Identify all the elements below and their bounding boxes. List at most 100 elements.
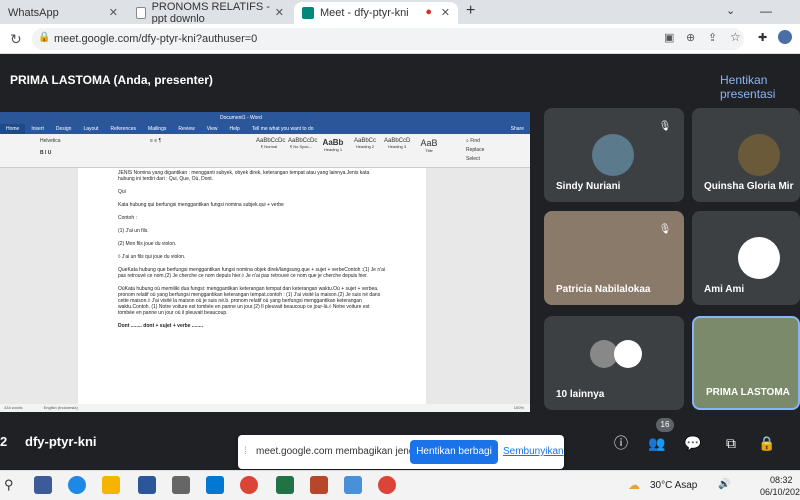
weather-icon[interactable]: ☁ bbox=[628, 478, 640, 492]
clock-time[interactable]: 08:32 bbox=[770, 475, 793, 485]
close-icon[interactable]: ✕ bbox=[441, 6, 450, 19]
word-tab[interactable]: Home bbox=[0, 124, 26, 134]
app-icon[interactable] bbox=[34, 476, 52, 494]
doc-line: (1) J'ai un fils. bbox=[118, 228, 149, 234]
close-icon[interactable]: ✕ bbox=[109, 6, 118, 19]
host-controls-icon[interactable]: 🔒 bbox=[756, 432, 778, 454]
word-tab[interactable]: Mailings bbox=[142, 124, 172, 134]
participant-tile[interactable]: 10 lainnya bbox=[544, 316, 684, 410]
excel-icon[interactable] bbox=[276, 476, 294, 494]
drag-handle-icon[interactable]: ⁞ bbox=[244, 446, 247, 457]
participant-tile[interactable]: Quinsha Gloria Mir bbox=[692, 108, 800, 202]
language: English (Indonesia) bbox=[43, 405, 78, 410]
font-name[interactable]: Helvetica bbox=[40, 138, 61, 144]
word-tab[interactable]: View bbox=[201, 124, 224, 134]
avatar bbox=[614, 340, 642, 368]
word-tab[interactable]: References bbox=[104, 124, 142, 134]
style-sample: AaB bbox=[420, 138, 438, 148]
style-title[interactable]: AaB Title bbox=[416, 138, 442, 160]
paragraph-icon[interactable]: ≡ ≡ ¶ bbox=[150, 138, 161, 144]
info-icon[interactable]: ⓘ bbox=[610, 432, 632, 454]
tab-meet[interactable]: Meet - dfy-ptyr-kni ● ✕ bbox=[294, 2, 458, 24]
acrobat-icon[interactable] bbox=[310, 476, 328, 494]
style-heading1[interactable]: AaBb Heading 1 bbox=[320, 138, 346, 160]
word-tab[interactable]: Layout bbox=[77, 124, 104, 134]
lock-icon[interactable]: 🔒 bbox=[38, 32, 50, 43]
style-name: Heading 1 bbox=[323, 147, 343, 152]
style-name: Heading 2 bbox=[355, 144, 375, 149]
zoom-icon[interactable]: ⊕ bbox=[686, 31, 695, 44]
file-explorer-icon[interactable] bbox=[102, 476, 120, 494]
tab-label: PRONOMS RELATIFS - ppt downlo bbox=[151, 1, 270, 25]
chevron-down-icon[interactable]: ⌄ bbox=[726, 4, 735, 17]
edge-icon[interactable] bbox=[68, 476, 86, 494]
style-name: Title bbox=[425, 148, 433, 153]
address-bar[interactable]: meet.google.com/dfy-ptyr-kni?authuser=0 bbox=[32, 28, 744, 50]
participant-count-badge: 16 bbox=[656, 418, 674, 432]
word-tab[interactable]: Tell me what you want to do bbox=[246, 124, 320, 134]
word-ribbon-tabs: Home Insert Design Layout References Mai… bbox=[0, 124, 530, 134]
chat-icon[interactable]: 💬 bbox=[682, 432, 704, 454]
style-heading2[interactable]: AaBbCc Heading 2 bbox=[352, 138, 378, 160]
minimize-icon[interactable]: — bbox=[760, 4, 772, 18]
camera-icon[interactable]: ▣ bbox=[664, 31, 674, 44]
clock-date[interactable]: 06/10/2021 bbox=[760, 487, 800, 497]
close-icon[interactable]: ✕ bbox=[275, 6, 284, 19]
style-name: Heading 3 bbox=[387, 144, 407, 149]
share-icon[interactable]: ⇪ bbox=[708, 31, 717, 44]
tab-whatsapp[interactable]: WhatsApp ✕ bbox=[0, 2, 126, 24]
photos-icon[interactable] bbox=[344, 476, 362, 494]
new-tab-icon[interactable]: + bbox=[466, 2, 475, 20]
bold-icon[interactable]: B I U bbox=[40, 150, 51, 156]
style-name: ¶ Normal bbox=[260, 144, 278, 149]
reload-icon[interactable]: ↻ bbox=[10, 31, 22, 48]
avatar bbox=[738, 237, 780, 279]
weather-text[interactable]: 30°C Asap bbox=[650, 480, 697, 491]
volume-icon[interactable]: 🔊 bbox=[718, 479, 730, 490]
browser-tab-strip: WhatsApp ✕ PRONOMS RELATIFS - ppt downlo… bbox=[0, 0, 800, 25]
activities-icon[interactable]: ⧉ bbox=[720, 432, 742, 454]
chrome-icon[interactable] bbox=[378, 476, 396, 494]
people-icon[interactable]: 👥 bbox=[646, 432, 668, 454]
word-icon[interactable] bbox=[138, 476, 156, 494]
style-no-spacing[interactable]: AaBbCcDc ¶ No Spac... bbox=[288, 138, 317, 160]
participant-tile[interactable]: Ami Ami bbox=[692, 211, 800, 305]
word-tab[interactable]: Help bbox=[224, 124, 246, 134]
search-icon[interactable]: ⚲ bbox=[4, 477, 14, 493]
profile-avatar[interactable] bbox=[778, 30, 792, 44]
participant-tile[interactable]: 🎙 Sindy Nuriani bbox=[544, 108, 684, 202]
replace-icon[interactable]: Replace bbox=[466, 147, 484, 153]
style-heading3[interactable]: AaBbCcD Heading 3 bbox=[384, 138, 410, 160]
bookmark-star-icon[interactable]: ☆ bbox=[730, 30, 741, 44]
word-page[interactable]: JENIS Nomina yang digantikan : mengganti… bbox=[78, 168, 426, 404]
share-notice-text: meet.google.com membagikan jendela. bbox=[256, 446, 431, 457]
doc-line: Kata hubung qui berfungsi menggantikan f… bbox=[118, 202, 284, 208]
word-tab[interactable]: Share bbox=[505, 124, 530, 134]
stop-presenting-link[interactable]: Hentikan presentasi bbox=[720, 73, 800, 101]
doc-line: OùKata hubung où memiliki dua fungsi: me… bbox=[118, 286, 381, 316]
participant-name: Sindy Nuriani bbox=[556, 181, 621, 192]
doc-line: ◊ J'ai un fils qui joue du violon. bbox=[118, 254, 186, 260]
store-icon[interactable] bbox=[172, 476, 190, 494]
extensions-icon[interactable]: ✚ bbox=[758, 31, 767, 44]
doc-line: (2) Mon fils joue du violon. bbox=[118, 241, 177, 247]
hide-link[interactable]: Sembunyikan bbox=[503, 446, 564, 457]
find-icon[interactable]: ⌕ Find bbox=[466, 138, 480, 144]
word-tab[interactable]: Insert bbox=[25, 124, 50, 134]
mail-icon[interactable] bbox=[206, 476, 224, 494]
stop-sharing-button[interactable]: Hentikan berbagi bbox=[410, 440, 498, 464]
select-icon[interactable]: Select bbox=[466, 156, 480, 162]
time-fragment: 2 bbox=[0, 434, 8, 449]
word-tab[interactable]: Design bbox=[50, 124, 78, 134]
tab-pronoms[interactable]: PRONOMS RELATIFS - ppt downlo ✕ bbox=[128, 1, 292, 25]
style-normal[interactable]: AaBbCcDc ¶ Normal bbox=[256, 138, 285, 160]
word-title: Document1 - Word bbox=[0, 112, 530, 124]
meeting-code: dfy-ptyr-kni bbox=[25, 434, 97, 449]
word-tab[interactable]: Review bbox=[172, 124, 200, 134]
mic-off-icon: 🎙 bbox=[658, 121, 672, 132]
style-name: ¶ No Spac... bbox=[290, 144, 312, 149]
doc-line: Contoh : bbox=[118, 215, 137, 221]
participant-tile-self[interactable]: PRIMA LASTOMA bbox=[692, 316, 800, 410]
participant-tile[interactable]: 🎙 Patricia Nabilalokaa bbox=[544, 211, 684, 305]
chrome-icon[interactable] bbox=[240, 476, 258, 494]
